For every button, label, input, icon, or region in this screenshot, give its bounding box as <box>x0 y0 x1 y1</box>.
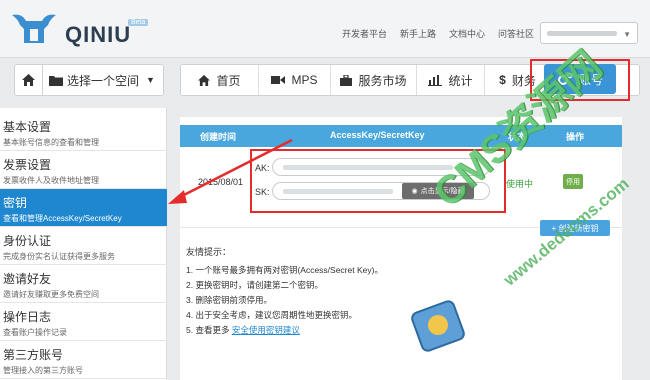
tip-item-more: 5. 查看更多 <box>186 325 230 335</box>
qiniu-logo[interactable]: QINIU Beta <box>8 9 178 49</box>
nav-item-market-label: 服务市场 <box>358 73 407 88</box>
tip-item: 1. 一个账号最多拥有两对密钥(Access/Secret Key)。 <box>186 265 383 275</box>
tip-item: 4. 出于安全考虑，建议您周期性地更换密钥。 <box>186 310 357 320</box>
sidebar-item-desc: 邀请好友赚取更多免费空间 <box>3 290 99 299</box>
col-created: 创建时间 <box>200 132 237 142</box>
status-badge: 使用中 <box>506 179 534 189</box>
top-link-docs[interactable]: 文档中心 <box>449 27 485 40</box>
nav-item-stats-label: 统计 <box>448 73 473 88</box>
beta-badge: Beta <box>128 19 149 26</box>
sidebar-item-identity[interactable]: 身份认证 完成身份实名认证获得更多服务 <box>0 227 167 265</box>
nav-item-home-label: 首页 <box>216 73 241 88</box>
sidebar-item-title: 基本设置 <box>3 120 52 134</box>
sidebar-item-title: 邀请好友 <box>3 272 52 286</box>
bar-chart-icon <box>428 74 443 86</box>
disable-key-button[interactable]: 停用 <box>563 174 583 189</box>
key-created-date: 2015/08/01 <box>198 177 244 187</box>
bull-logo-icon <box>12 14 56 43</box>
sidebar-item-title: 身份认证 <box>3 234 52 248</box>
user-email-blurred <box>547 31 617 36</box>
sidebar-item-third-party[interactable]: 第三方账号 管理接入的第三方账号 <box>0 341 167 379</box>
tips-title: 友情提示： <box>186 247 232 257</box>
top-bar: QINIU Beta 开发者平台 新手上路 文档中心 问答社区 ▼ <box>0 0 650 58</box>
secret-key-masked <box>283 189 393 194</box>
tip-item: 3. 删除密钥前须停用。 <box>186 295 272 305</box>
sidebar-item-title: 密钥 <box>3 196 28 210</box>
tip-item: 2. 更换密钥时，请创建第二个密钥。 <box>186 280 323 290</box>
space-dropdown-label: 选择一个空间 <box>67 73 140 88</box>
sidebar-item-basic-settings[interactable]: 基本设置 基本账号信息的查看和管理 <box>0 113 167 151</box>
sidebar-item-title: 第三方账号 <box>3 348 64 362</box>
nav-item-stats[interactable]: 统计 <box>417 65 485 95</box>
caret-down-icon: ▼ <box>146 75 155 85</box>
security-tips-link[interactable]: 安全使用密钥建议 <box>232 325 300 335</box>
eye-icon: ◉ <box>411 188 418 195</box>
top-link-getting-started[interactable]: 新手上路 <box>400 27 436 40</box>
sidebar-item-title: 操作日志 <box>3 310 52 324</box>
home-icon <box>198 74 211 86</box>
col-actions: 操作 <box>566 132 585 142</box>
sidebar-item-invite[interactable]: 邀请好友 邀请好友赚取更多免费空间 <box>0 265 167 303</box>
top-link-qa[interactable]: 问答社区 <box>498 27 534 40</box>
dollar-icon: $ <box>499 73 506 87</box>
nav-item-market[interactable]: 服务市场 <box>331 65 417 95</box>
space-dropdown[interactable]: 选择一个空间 ▼ <box>43 72 163 89</box>
sidebar-item-desc: 查看和管理AccessKey/SecretKey <box>3 214 122 223</box>
col-keys: AccessKey/SecretKey <box>330 130 425 140</box>
sidebar-item-desc: 完成身份实名认证获得更多服务 <box>3 252 115 261</box>
sidebar-item-title: 发票设置 <box>3 158 52 172</box>
space-selector: 选择一个空间 ▼ <box>14 64 164 96</box>
sidebar-item-logs[interactable]: 操作日志 查看账户操作记录 <box>0 303 167 341</box>
nav-item-mps[interactable]: MPS <box>259 65 331 95</box>
sidebar-item-keys[interactable]: 密钥 查看和管理AccessKey/SecretKey <box>0 189 167 227</box>
video-icon <box>271 76 286 84</box>
tip-item-last: 5. 查看更多 安全使用密钥建议 <box>186 323 383 338</box>
nav-item-mps-label: MPS <box>291 73 318 87</box>
user-menu[interactable]: ▼ <box>540 22 638 44</box>
folder-icon <box>49 75 63 86</box>
sidebar: 基本设置 基本账号信息的查看和管理 发票设置 发票收件人及收件地址管理 密钥 查… <box>0 108 167 380</box>
top-links: 开发者平台 新手上路 文档中心 问答社区 <box>342 27 534 40</box>
home-icon <box>22 74 35 86</box>
watermark-logo-icon <box>411 300 465 352</box>
sk-label: SK: <box>255 187 270 197</box>
sidebar-item-desc: 查看账户操作记录 <box>3 328 67 337</box>
tips-list: 1. 一个账号最多拥有两对密钥(Access/Secret Key)。 2. 更… <box>186 263 383 338</box>
chevron-down-icon: ▼ <box>623 30 631 39</box>
nav-item-home[interactable]: 首页 <box>181 65 259 95</box>
sidebar-item-invoice[interactable]: 发票设置 发票收件人及收件地址管理 <box>0 151 167 189</box>
ak-label: AK: <box>255 163 270 173</box>
brand-name: QINIU <box>65 22 132 47</box>
briefcase-icon <box>340 74 353 86</box>
home-button[interactable] <box>15 65 43 95</box>
sidebar-item-desc: 发票收件人及收件地址管理 <box>3 176 99 185</box>
sidebar-item-desc: 管理接入的第三方账号 <box>3 366 83 375</box>
sidebar-item-desc: 基本账号信息的查看和管理 <box>3 138 99 147</box>
top-link-dev-platform[interactable]: 开发者平台 <box>342 27 387 40</box>
